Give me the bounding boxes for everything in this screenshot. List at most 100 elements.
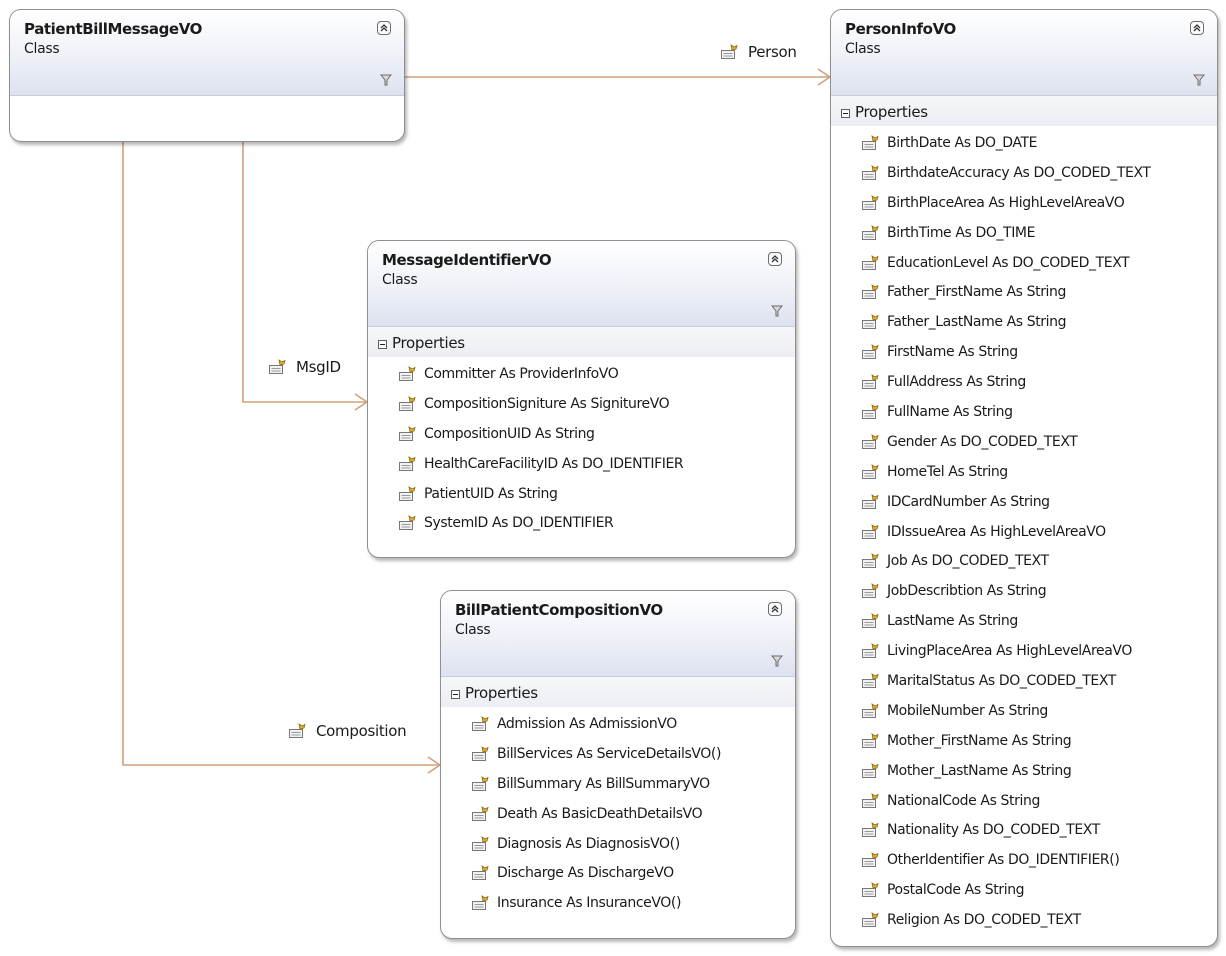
property-icon — [721, 44, 738, 59]
property-row[interactable]: CompositionUID As String — [368, 419, 795, 449]
property-label: Mother_FirstName As String — [887, 732, 1072, 749]
property-row[interactable]: BillSummary As BillSummaryVO — [441, 769, 795, 799]
property-row[interactable]: BirthTime As DO_TIME — [831, 218, 1217, 248]
property-row[interactable]: PostalCode As String — [831, 875, 1217, 905]
property-label: Father_FirstName As String — [887, 284, 1066, 301]
property-label: BirthdateAccuracy As DO_CODED_TEXT — [887, 164, 1151, 181]
property-label: LastName As String — [887, 613, 1018, 630]
property-icon — [399, 366, 416, 381]
property-row[interactable]: Religion As DO_CODED_TEXT — [831, 905, 1217, 935]
property-row[interactable]: BillServices As ServiceDetailsVO() — [441, 739, 795, 769]
property-row[interactable]: FullAddress As String — [831, 367, 1217, 397]
class-kind: Class — [455, 622, 491, 638]
property-label: Death As BasicDeathDetailsVO — [497, 805, 703, 822]
property-label: NationalCode As String — [887, 792, 1040, 809]
property-row[interactable]: MaritalStatus As DO_CODED_TEXT — [831, 666, 1217, 696]
property-icon — [472, 865, 489, 881]
property-row[interactable]: FirstName As String — [831, 337, 1217, 367]
property-label: BillServices As ServiceDetailsVO() — [497, 745, 722, 762]
filter-icon[interactable] — [771, 655, 783, 667]
property-row[interactable]: Gender As DO_CODED_TEXT — [831, 427, 1217, 457]
property-icon — [862, 493, 879, 509]
class-patient-bill-message[interactable]: PatientBillMessageVO Class — [9, 9, 405, 142]
property-icon — [472, 716, 489, 731]
property-row[interactable]: NationalCode As String — [831, 786, 1217, 816]
collapse-chevron-icon[interactable] — [768, 602, 782, 616]
property-label: BillSummary As BillSummaryVO — [497, 775, 710, 792]
property-row[interactable]: CompositionSigniture As SignitureVO — [368, 389, 795, 419]
property-row[interactable]: OtherIdentifier As DO_IDENTIFIER() — [831, 845, 1217, 875]
property-row[interactable]: IDCardNumber As String — [831, 487, 1217, 517]
property-icon — [862, 254, 879, 270]
property-icon — [862, 164, 879, 180]
collapse-chevron-icon[interactable] — [1190, 21, 1204, 35]
property-row[interactable]: MobileNumber As String — [831, 696, 1217, 726]
property-label: HealthCareFacilityID As DO_IDENTIFIER — [424, 455, 684, 472]
property-label: BirthDate As DO_DATE — [887, 134, 1038, 151]
property-row[interactable]: LastName As String — [831, 606, 1217, 636]
property-row[interactable]: BirthPlaceArea As HighLevelAreaVO — [831, 188, 1217, 218]
property-label: Job As DO_CODED_TEXT — [887, 553, 1049, 570]
property-row[interactable]: JobDescribtion As String — [831, 576, 1217, 606]
property-row[interactable]: HomeTel As String — [831, 457, 1217, 487]
property-label: MobileNumber As String — [887, 702, 1048, 719]
association-label-composition[interactable]: Composition — [288, 722, 407, 740]
property-row[interactable]: Job As DO_CODED_TEXT — [831, 546, 1217, 576]
property-row[interactable]: Father_LastName As String — [831, 307, 1217, 337]
filter-icon[interactable] — [1193, 74, 1205, 86]
property-row[interactable]: SystemID As DO_IDENTIFIER — [368, 508, 795, 538]
minus-box-icon[interactable] — [841, 109, 850, 118]
property-row[interactable]: PatientUID As String — [368, 479, 795, 509]
property-label: FullName As String — [887, 403, 1013, 420]
properties-compartment-header[interactable]: Properties — [368, 327, 795, 357]
property-row[interactable]: FullName As String — [831, 397, 1217, 427]
property-label: PostalCode As String — [887, 882, 1025, 899]
class-kind: Class — [24, 41, 60, 57]
property-row[interactable]: Death As BasicDeathDetailsVO — [441, 799, 795, 829]
property-icon — [289, 723, 306, 738]
property-row[interactable]: BirthdateAccuracy As DO_CODED_TEXT — [831, 158, 1217, 188]
class-person-info[interactable]: PersonInfoVO Class Properties BirthDate … — [830, 9, 1218, 947]
property-row[interactable]: Insurance As InsuranceVO() — [441, 888, 795, 918]
property-row[interactable]: HealthCareFacilityID As DO_IDENTIFIER — [368, 449, 795, 479]
class-message-identifier[interactable]: MessageIdentifierVO Class Properties Com… — [367, 240, 796, 558]
class-bill-patient-composition[interactable]: BillPatientCompositionVO Class Propertie… — [440, 590, 796, 939]
property-row[interactable]: LivingPlaceArea As HighLevelAreaVO — [831, 636, 1217, 666]
property-row[interactable]: Committer As ProviderInfoVO — [368, 359, 795, 389]
property-label: JobDescribtion As String — [887, 583, 1047, 600]
property-icon — [862, 404, 879, 419]
minus-box-icon[interactable] — [378, 340, 387, 349]
property-row[interactable]: Father_FirstName As String — [831, 277, 1217, 307]
property-row[interactable]: Admission As AdmissionVO — [441, 709, 795, 739]
property-row[interactable]: BirthDate As DO_DATE — [831, 128, 1217, 158]
property-row[interactable]: Nationality As DO_CODED_TEXT — [831, 815, 1217, 845]
association-label-person[interactable]: Person — [720, 43, 797, 61]
association-name: Composition — [316, 722, 407, 740]
property-row[interactable]: IDIssueArea As HighLevelAreaVO — [831, 517, 1217, 547]
property-row[interactable]: Diagnosis As DiagnosisVO() — [441, 829, 795, 859]
property-label: IDIssueArea As HighLevelAreaVO — [887, 523, 1106, 540]
collapse-chevron-icon[interactable] — [377, 21, 391, 35]
class-header: PersonInfoVO Class — [831, 10, 1217, 96]
property-row[interactable]: Mother_FirstName As String — [831, 726, 1217, 756]
property-icon — [472, 775, 489, 791]
minus-box-icon[interactable] — [451, 690, 460, 699]
property-label: BirthPlaceArea As HighLevelAreaVO — [887, 194, 1125, 211]
filter-icon[interactable] — [771, 305, 783, 317]
filter-icon[interactable] — [380, 74, 392, 86]
property-icon — [862, 792, 879, 808]
property-row[interactable]: Mother_LastName As String — [831, 756, 1217, 786]
property-label: Admission As AdmissionVO — [497, 715, 677, 732]
property-icon — [399, 425, 416, 441]
property-row[interactable]: EducationLevel As DO_CODED_TEXT — [831, 248, 1217, 278]
property-label: OtherIdentifier As DO_IDENTIFIER() — [887, 852, 1120, 869]
property-icon — [862, 702, 879, 718]
collapse-chevron-icon[interactable] — [768, 252, 782, 266]
property-icon — [399, 395, 416, 411]
properties-compartment-header[interactable]: Properties — [831, 96, 1217, 126]
property-icon — [862, 463, 879, 479]
property-row[interactable]: Discharge As DischargeVO — [441, 858, 795, 888]
properties-compartment-header[interactable]: Properties — [441, 677, 795, 707]
association-label-msgid[interactable]: MsgID — [268, 358, 341, 376]
compartment-label: Properties — [465, 684, 538, 702]
